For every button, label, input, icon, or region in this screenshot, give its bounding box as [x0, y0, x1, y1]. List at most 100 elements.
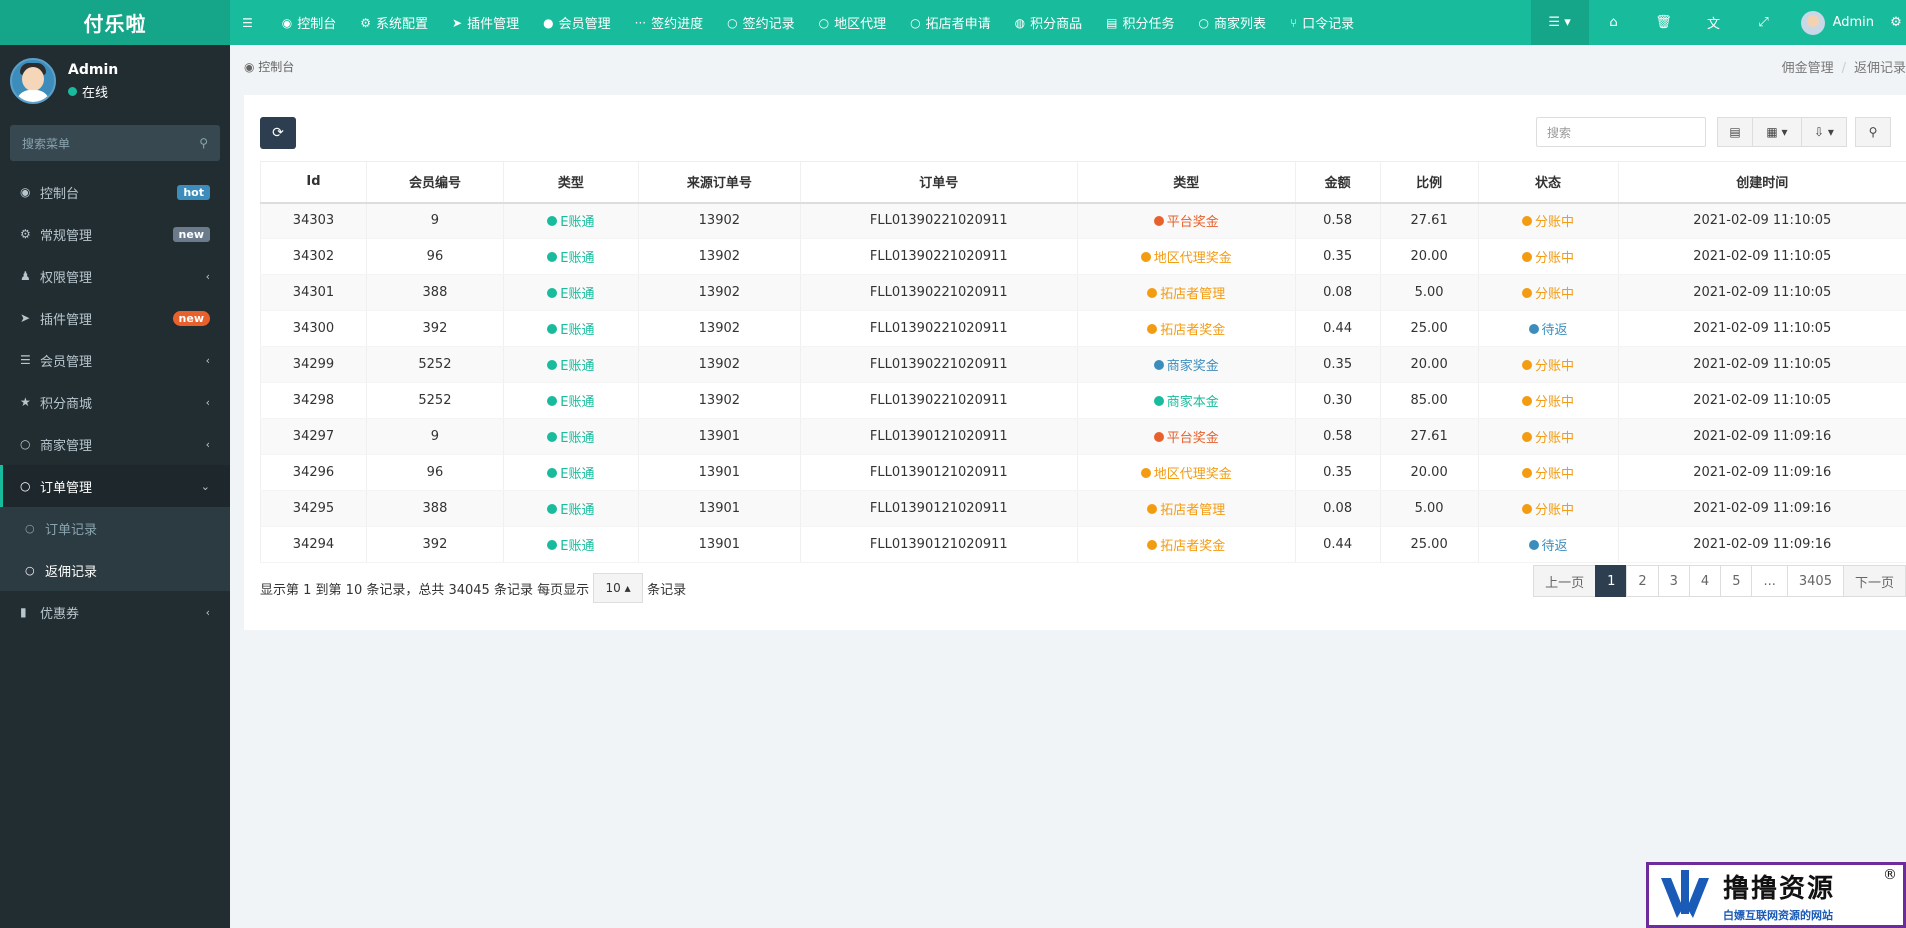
topnav-item[interactable]: ▤ 积分任务 [1094, 0, 1186, 45]
status-dot-icon [1522, 467, 1533, 478]
table-cell: FLL01390221020911 [799, 382, 1078, 419]
settings-button[interactable]: ⚙ [1886, 0, 1906, 45]
columns-button[interactable]: ▦ ▾ [1752, 117, 1802, 147]
page-button[interactable]: 2 [1626, 565, 1659, 597]
table-cell: 0.44 [1294, 526, 1381, 563]
sidebar-item[interactable]: ➤ 插件管理 new [0, 297, 230, 339]
search-icon: ⚲ [1868, 125, 1878, 139]
table-row: 34294 392 E账通 13901 FLL01390121020911 拓店者奖金 0.… [260, 526, 1906, 563]
table-cell: 2021-02-09 11:10:05 [1617, 310, 1906, 347]
submenu-item[interactable]: ○ 返佣记录 [0, 549, 230, 591]
table-cell: 13901 [637, 454, 801, 491]
app-logo[interactable]: 付乐啦 [0, 0, 230, 45]
user-menu[interactable]: Admin [1789, 0, 1886, 45]
table-cell: 2021-02-09 11:10:05 [1617, 274, 1906, 311]
status-dot-icon [1528, 323, 1539, 334]
dashboard-icon: ◉ [20, 185, 31, 199]
toggle-view-button[interactable]: ▤ [1717, 117, 1753, 147]
fullscreen-button[interactable]: ⤢ [1739, 0, 1789, 45]
page-size-select[interactable]: 10 ▴ [593, 573, 644, 603]
table-cell: FLL01390121020911 [799, 526, 1078, 563]
table-cell: FLL01390221020911 [799, 310, 1078, 347]
table-cell: 地区代理奖金 [1076, 454, 1296, 491]
trash-icon: 🗑 [1655, 15, 1672, 30]
page-button[interactable]: 4 [1688, 565, 1722, 597]
status-badge: 分账中 [1522, 427, 1574, 446]
status-dot-icon [1140, 251, 1151, 262]
avatar [10, 58, 56, 104]
type-badge: E账通 [547, 499, 595, 518]
refresh-button[interactable]: ⟳ [260, 117, 296, 149]
sidebar-item[interactable]: ♟ 权限管理 ‹ [0, 255, 230, 297]
column-header[interactable]: 类型 [502, 161, 639, 204]
table-cell: E账通 [502, 202, 639, 239]
advanced-search-button[interactable]: ⚲ [1855, 117, 1891, 147]
topnav-item[interactable]: ⚙ 系统配置 [348, 0, 440, 45]
table-cell: 分账中 [1477, 346, 1619, 383]
table-cell: 27.61 [1379, 202, 1479, 239]
column-header[interactable]: 来源订单号 [637, 161, 801, 204]
sidebar-toggle-button[interactable]: ☰ [230, 0, 270, 45]
column-header[interactable]: 创建时间 [1617, 161, 1906, 204]
table-cell: 392 [365, 310, 504, 347]
language-button[interactable]: 文 [1689, 0, 1739, 45]
topnav-item[interactable]: ◍ 积分商品 [1003, 0, 1095, 45]
page-button[interactable]: 3405 [1786, 565, 1844, 597]
topnav-item[interactable]: ○ 商家列表 [1186, 0, 1278, 45]
status-dot-icon [547, 323, 558, 334]
page-button: ... [1751, 565, 1788, 597]
sidebar-item[interactable]: ◉ 控制台 hot [0, 171, 230, 213]
column-header[interactable]: Id [260, 161, 367, 204]
column-header[interactable]: 类型 [1076, 161, 1296, 204]
breadcrumb-parent[interactable]: 佣金管理 [1782, 61, 1834, 76]
sidebar-item[interactable]: ⚙ 常规管理 new [0, 213, 230, 255]
column-header[interactable]: 金额 [1294, 161, 1381, 204]
clear-cache-button[interactable]: 🗑 [1639, 0, 1689, 45]
chevron-icon: ‹ [205, 353, 210, 367]
status-badge: 待返 [1528, 319, 1568, 338]
column-header[interactable]: 比例 [1379, 161, 1479, 204]
topnav-item[interactable]: ➤ 插件管理 [440, 0, 531, 45]
layout-dropdown-button[interactable]: ☰ ▾ [1530, 0, 1589, 45]
topnav-item[interactable]: ◉ 控制台 [270, 0, 349, 45]
table-cell: E账通 [502, 310, 639, 347]
sidebar-item[interactable]: ★ 积分商城 ‹ [0, 381, 230, 423]
kind-badge: 拓店者管理 [1147, 499, 1225, 518]
sidebar-item[interactable]: ▮ 优惠券 ‹ [0, 591, 230, 633]
column-header[interactable]: 状态 [1477, 161, 1619, 204]
topnav-item[interactable]: ○ 签约记录 [715, 0, 807, 45]
export-button[interactable]: ⇩ ▾ [1801, 117, 1847, 147]
home-button[interactable]: ⌂ [1589, 0, 1639, 45]
status-badge: 分账中 [1522, 355, 1574, 374]
user-icon: ● [543, 15, 554, 30]
table-search-input[interactable]: 搜索 [1536, 117, 1706, 147]
table-cell: E账通 [502, 238, 639, 275]
page-button[interactable]: 1 [1595, 565, 1628, 597]
prev-page-button[interactable]: 上一页 [1533, 565, 1597, 597]
status-dot-icon [1147, 539, 1158, 550]
code-fork-icon: ⑂ [1289, 15, 1298, 30]
dashboard-icon: ◉ [281, 15, 293, 30]
topnav-item[interactable]: ⑂ 口令记录 [1278, 0, 1366, 45]
column-header[interactable]: 订单号 [799, 161, 1078, 204]
breadcrumb-home[interactable]: ◉ 控制台 [244, 58, 294, 75]
sidebar-item[interactable]: ○ 商家管理 ‹ [0, 423, 230, 465]
topnav-item[interactable]: ○ 拓店者申请 [898, 0, 1003, 45]
topnav-item[interactable]: ··· 签约进度 [623, 0, 715, 45]
sidebar-item[interactable]: ☰ 会员管理 ‹ [0, 339, 230, 381]
sidebar-search-input[interactable]: 搜索菜单 ⚲ [10, 125, 220, 161]
page-button[interactable]: 5 [1720, 565, 1753, 597]
topnav-item[interactable]: ○ 地区代理 [807, 0, 899, 45]
table-cell: 2021-02-09 11:09:16 [1617, 418, 1906, 455]
table-cell: 13902 [637, 346, 801, 383]
submenu-item[interactable]: ○ 订单记录 [0, 507, 230, 549]
column-header[interactable]: 会员编号 [365, 161, 504, 204]
sidebar-item[interactable]: ○ 订单管理 ⌄ [0, 465, 230, 507]
circle-icon: ○ [1198, 15, 1209, 30]
next-page-button[interactable]: 下一页 [1842, 565, 1906, 597]
menu-badge: new [172, 310, 210, 326]
page-button[interactable]: 3 [1657, 565, 1690, 597]
table-cell: 2021-02-09 11:09:16 [1617, 490, 1906, 527]
table-cell: 5252 [365, 346, 504, 383]
topnav-item[interactable]: ● 会员管理 [531, 0, 623, 45]
